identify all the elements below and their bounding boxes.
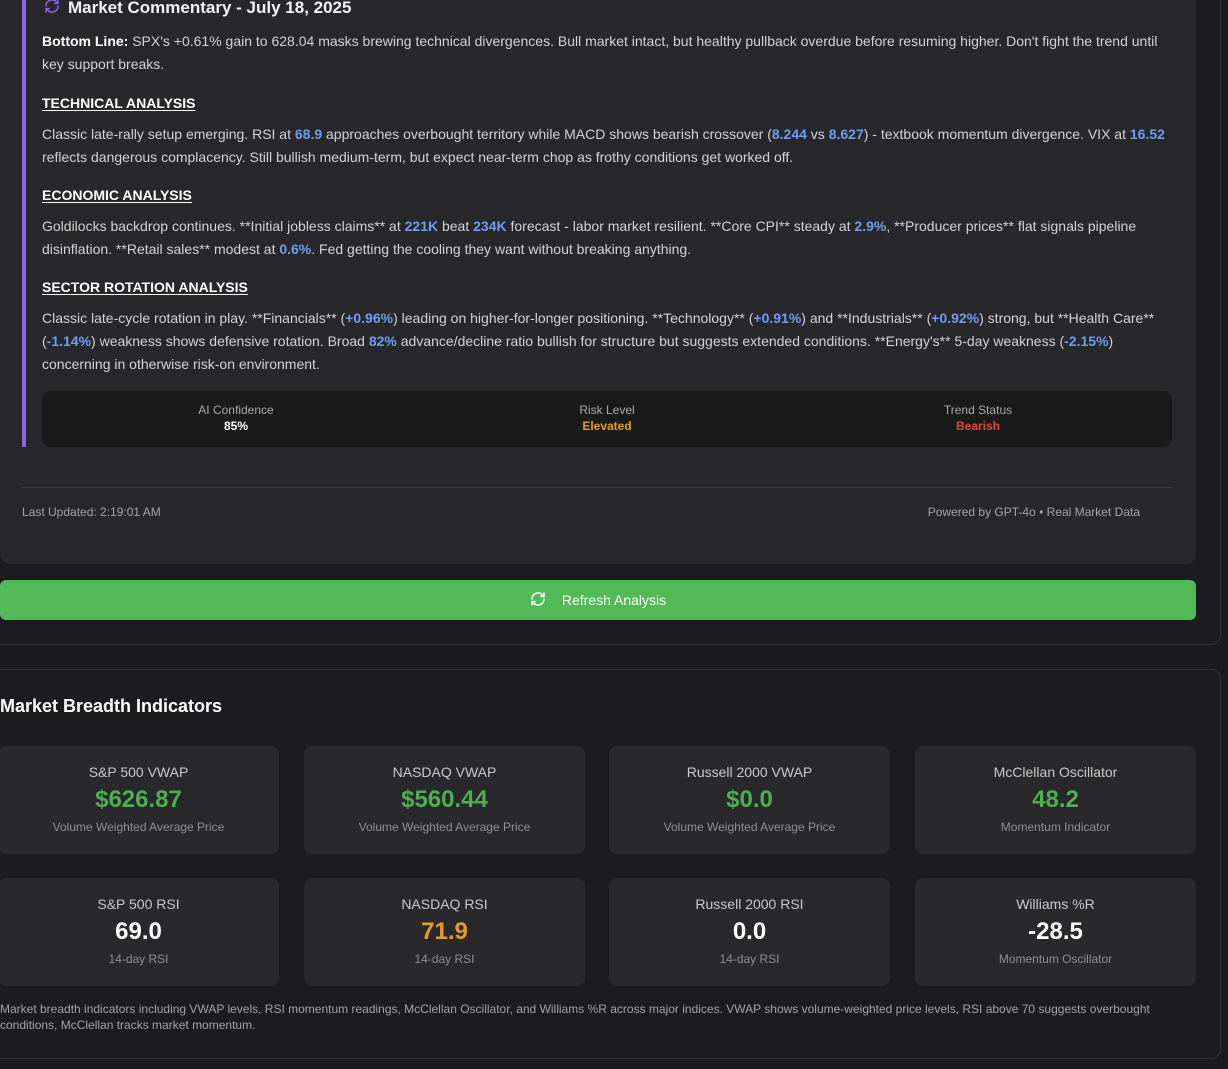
metric-value: -28.5 <box>1028 918 1083 945</box>
ai-confidence-value: 85% <box>223 419 249 433</box>
risk-level-stat: Risk Level Elevated <box>487 403 727 433</box>
risk-level-value: Elevated <box>582 419 632 433</box>
powered-by: Powered by GPT-4o • Real Market Data <box>927 505 1140 519</box>
bottom-line-paragraph: Bottom Line: SPX's +0.61% gain to 628.04… <box>42 30 1176 76</box>
metric-value: 0.0 <box>732 918 767 945</box>
financials-value: +0.96% <box>345 310 394 326</box>
breadth-description: Market breadth indicators including VWAP… <box>0 1002 1150 1032</box>
macd-signal-value: 8.627 <box>828 126 864 142</box>
commentary-title: Market Commentary - July 18, 2025 <box>68 0 352 17</box>
technical-analysis-heading: TECHNICAL ANALYSIS <box>42 95 196 111</box>
ai-confidence-stat: AI Confidence 85% <box>116 403 356 433</box>
jobless-claims-value: 221K <box>404 218 439 234</box>
market-commentary-card: Market Commentary - July 18, 2025 Bottom… <box>0 0 1196 564</box>
economic-analysis-text: Goldilocks backdrop continues. **Initial… <box>42 218 1137 257</box>
metric-value: 69.0 <box>115 918 162 945</box>
sector-rotation-text: Classic late-cycle rotation in play. **F… <box>42 310 1155 372</box>
metric-value: 71.9 <box>421 918 468 945</box>
advance-decline-value: 82% <box>368 333 397 349</box>
metric-value: $560.44 <box>401 786 488 813</box>
jobless-forecast-value: 234K <box>473 218 507 234</box>
technology-value: +0.91% <box>753 310 802 326</box>
metric-value: $0.0 <box>726 786 773 813</box>
trend-status-value: Bearish <box>955 419 1001 433</box>
energy-value: -2.15% <box>1064 333 1109 349</box>
nasdaq-vwap-card: NASDAQ VWAP $560.44 Volume Weighted Aver… <box>304 746 585 854</box>
vix-value: 16.52 <box>1129 126 1165 142</box>
russell-2000-rsi-card: Russell 2000 RSI 0.0 14-day RSI <box>609 878 890 986</box>
refresh-button-label: Refresh Analysis <box>561 592 667 608</box>
bottom-line-text: SPX's +0.61% gain to 628.04 masks brewin… <box>42 33 1158 72</box>
nasdaq-rsi-card: NASDAQ RSI 71.9 14-day RSI <box>304 878 585 986</box>
sp500-vwap-card: S&P 500 VWAP $626.87 Volume Weighted Ave… <box>0 746 279 854</box>
market-breadth-title: Market Breadth Indicators <box>0 696 223 716</box>
bottom-line-label: Bottom Line: <box>42 33 129 49</box>
macd-value: 8.244 <box>771 126 807 142</box>
refresh-icon <box>530 591 546 610</box>
economic-analysis-heading: ECONOMIC ANALYSIS <box>42 187 192 203</box>
technical-analysis-text: Classic late-rally setup emerging. RSI a… <box>42 126 1165 165</box>
commentary-header: Market Commentary - July 18, 2025 <box>44 0 351 22</box>
footer-divider <box>22 487 1172 488</box>
metric-value: $626.87 <box>95 786 182 813</box>
core-cpi-value: 2.9% <box>854 218 887 234</box>
sector-rotation-heading: SECTOR ROTATION ANALYSIS <box>42 279 248 295</box>
retail-sales-value: 0.6% <box>279 241 312 257</box>
russell-2000-vwap-card: Russell 2000 VWAP $0.0 Volume Weighted A… <box>609 746 890 854</box>
commentary-content: Market Commentary - July 18, 2025 Bottom… <box>22 0 1172 447</box>
mcclellan-oscillator-card: McClellan Oscillator 48.2 Momentum Indic… <box>915 746 1196 854</box>
rsi-value: 68.9 <box>294 126 323 142</box>
refresh-analysis-button[interactable]: Refresh Analysis <box>0 580 1196 620</box>
metric-value: 48.2 <box>1032 786 1079 813</box>
last-updated: Last Updated: 2:19:01 AM <box>22 505 161 519</box>
refresh-cycle-icon <box>44 0 60 19</box>
ai-stats-bar: AI Confidence 85% Risk Level Elevated Tr… <box>42 391 1172 447</box>
industrials-value: +0.92% <box>931 310 980 326</box>
williams-r-card: Williams %R -28.5 Momentum Oscillator <box>915 878 1196 986</box>
trend-status-stat: Trend Status Bearish <box>858 403 1098 433</box>
sp500-rsi-card: S&P 500 RSI 69.0 14-day RSI <box>0 878 279 986</box>
health-care-value: -1.14% <box>46 333 92 349</box>
